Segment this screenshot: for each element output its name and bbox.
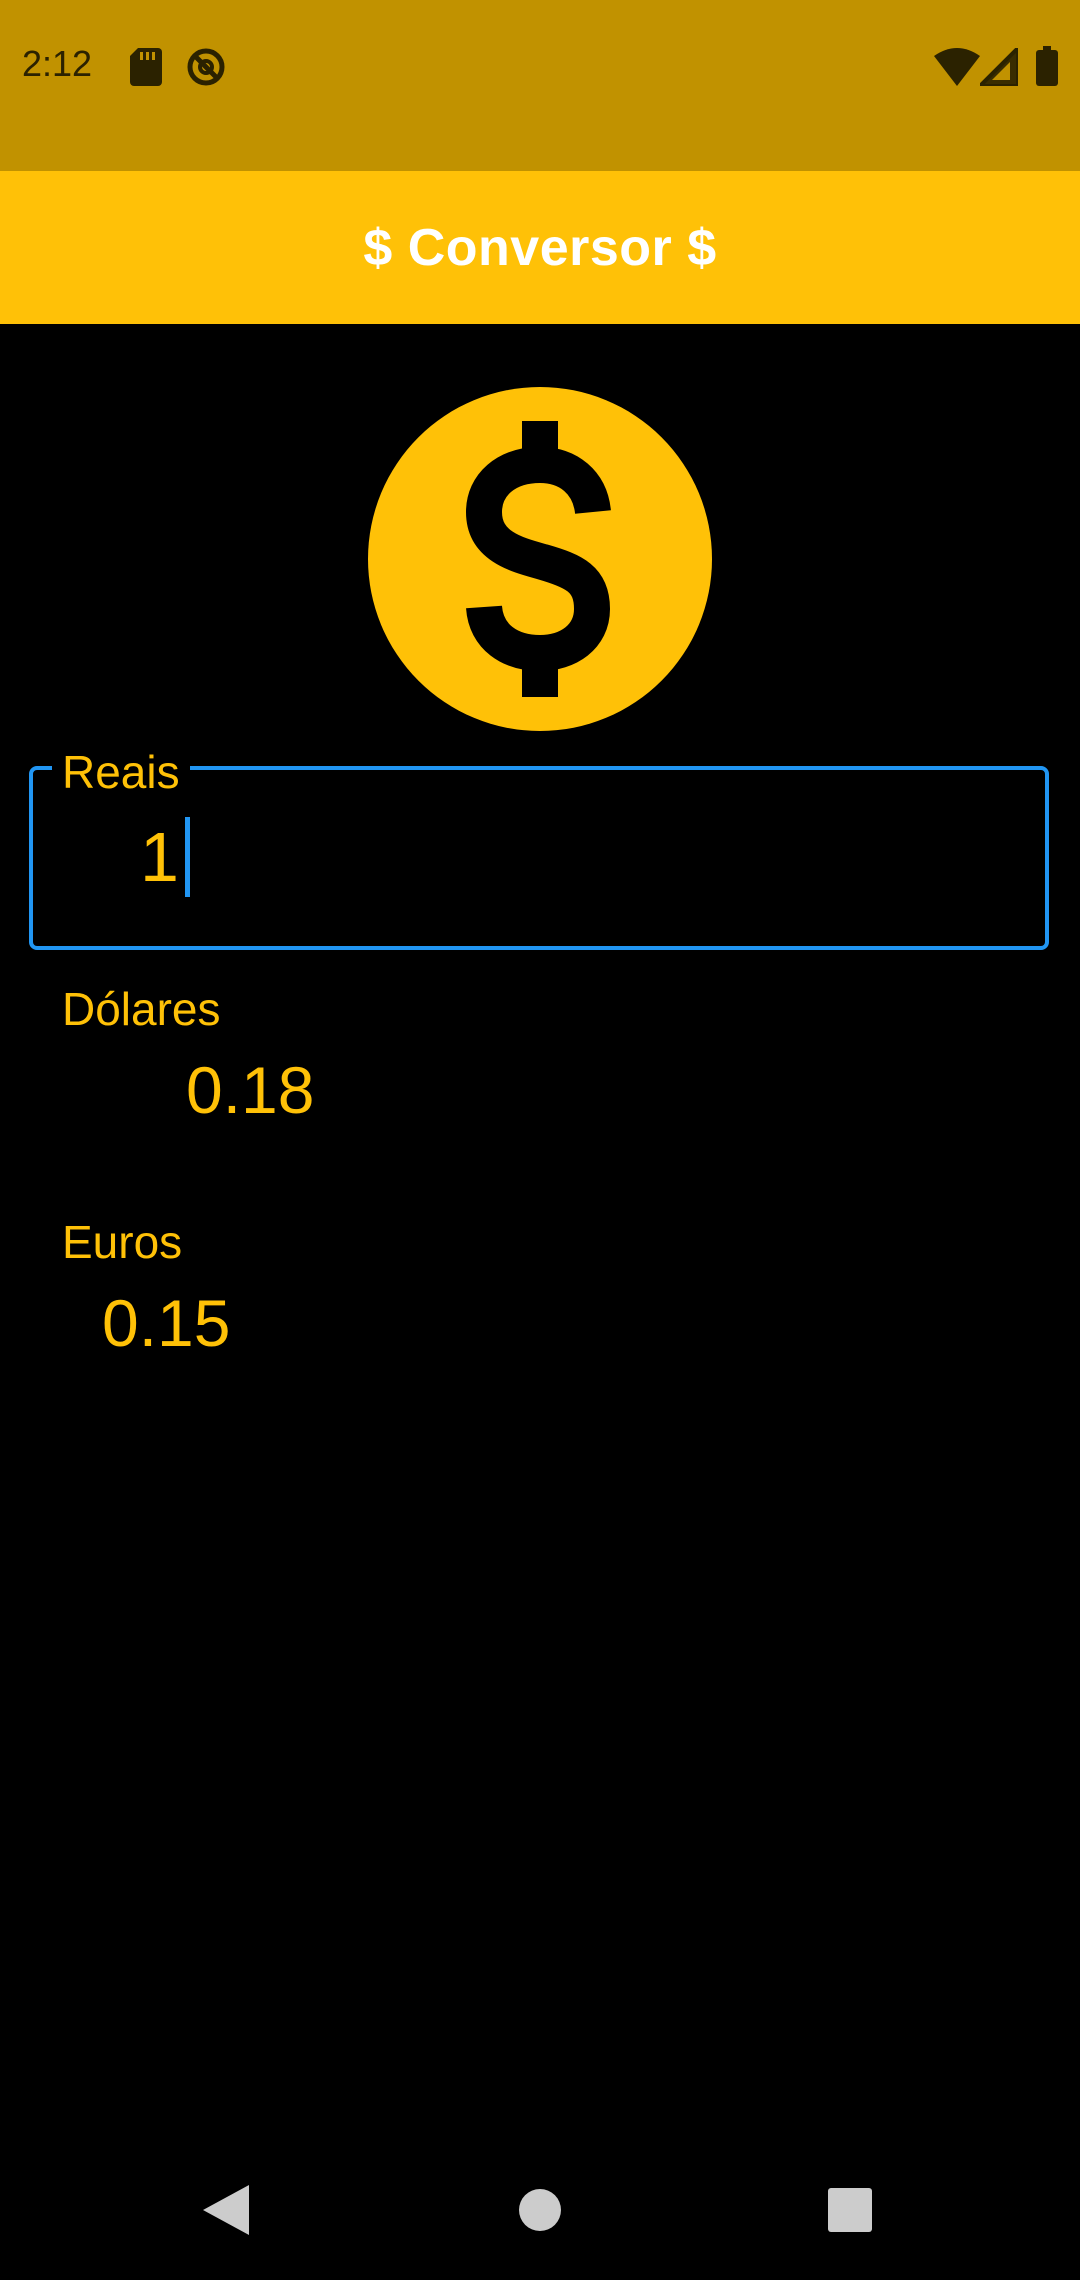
app-bar: $ Conversor $	[0, 171, 1080, 324]
app-screen: 2:12 $ Conversor $ Reais 1 Dólares 0.18 …	[0, 0, 1080, 2280]
reais-label: Reais	[52, 745, 190, 799]
home-icon	[519, 2189, 561, 2231]
signal-icon	[980, 48, 1018, 86]
status-time: 2:12	[22, 43, 93, 84]
dollar-coin-icon	[368, 387, 712, 731]
back-button[interactable]	[196, 2180, 256, 2240]
dolares-value: 0.18	[186, 1053, 315, 1127]
reais-input-value-wrap[interactable]: 1	[140, 817, 190, 897]
home-button[interactable]	[510, 2180, 570, 2240]
recents-icon	[828, 2188, 872, 2232]
battery-icon	[1036, 46, 1058, 86]
dolares-label: Dólares	[62, 983, 221, 1035]
sd-card-icon	[130, 48, 162, 86]
wifi-icon	[934, 48, 980, 86]
app-title: $ Conversor $	[363, 218, 717, 277]
euros-label: Euros	[62, 1216, 183, 1268]
text-cursor	[184, 817, 190, 897]
reais-value[interactable]: 1	[140, 817, 179, 897]
euros-value: 0.15	[102, 1286, 231, 1360]
recents-button[interactable]	[820, 2180, 880, 2240]
no-disturb-icon	[187, 48, 225, 86]
status-bar: 2:12	[0, 0, 1080, 171]
back-icon	[203, 2185, 249, 2235]
